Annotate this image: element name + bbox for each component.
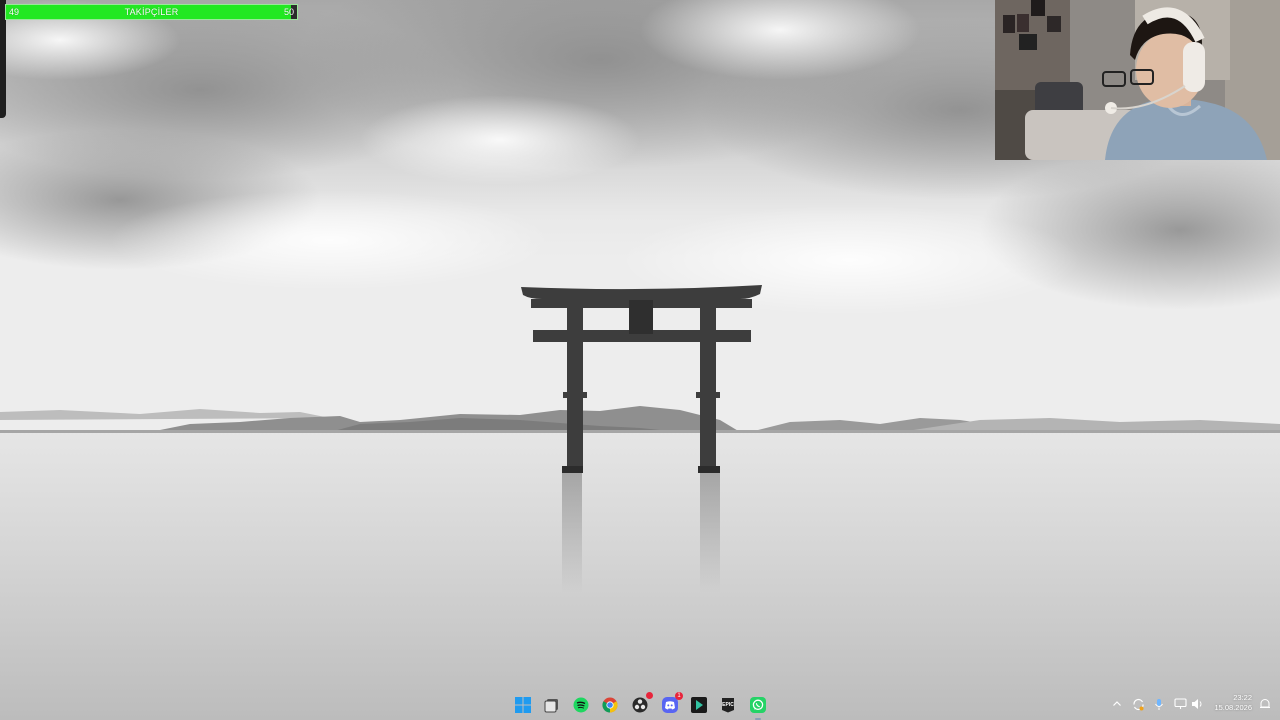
discord-icon [662, 697, 678, 713]
spotify-icon [573, 697, 589, 713]
network-tray-button[interactable] [1173, 697, 1187, 711]
taskbar: 1 EPIC [0, 690, 1280, 720]
obs-recording-indicator [646, 692, 653, 699]
discord-notification-badge: 1 [675, 692, 683, 700]
follower-goal-target: 50 [283, 7, 294, 17]
update-tray-button[interactable] [1131, 697, 1145, 711]
obs-button[interactable] [630, 692, 653, 715]
volume-tray-button[interactable] [1190, 697, 1204, 711]
notifications-button[interactable] [1258, 697, 1272, 711]
show-hidden-icons-button[interactable] [1110, 697, 1124, 711]
update-icon [1132, 698, 1144, 710]
task-view-button[interactable] [542, 695, 562, 715]
discord-button[interactable]: 1 [660, 692, 683, 715]
task-view-icon [544, 699, 558, 713]
microphone-tray-button[interactable] [1152, 697, 1166, 711]
clock-time: 23:22 [1233, 693, 1252, 702]
clock-date: 15.08.2026 [1214, 703, 1252, 712]
monitor-icon [1173, 698, 1187, 709]
speaker-icon [1191, 699, 1201, 709]
streamlabs-button[interactable] [689, 695, 709, 715]
chrome-icon [602, 697, 618, 713]
chrome-button[interactable] [600, 695, 620, 715]
streamlabs-icon [691, 697, 707, 713]
webcam-overlay [995, 0, 1280, 160]
epic-games-icon: EPIC [722, 698, 734, 713]
taskbar-clock[interactable]: 23:22 15.08.2026 [1204, 693, 1252, 713]
chevron-up-icon [1113, 701, 1121, 706]
follower-goal-title: TAKİPÇİLER [124, 7, 179, 17]
whatsapp-icon [750, 697, 766, 713]
epic-games-button[interactable]: EPIC [718, 695, 738, 715]
windows-logo-icon [515, 697, 531, 713]
start-button[interactable] [513, 695, 533, 715]
microphone-icon [1155, 698, 1163, 710]
notification-bell-icon [1260, 699, 1270, 708]
obs-icon [632, 697, 648, 713]
follower-goal-bar: 49 TAKİPÇİLER 50 [5, 4, 298, 20]
spotify-button[interactable] [571, 695, 591, 715]
whatsapp-button[interactable] [748, 695, 768, 720]
epic-games-logo-text: EPIC [722, 702, 734, 708]
